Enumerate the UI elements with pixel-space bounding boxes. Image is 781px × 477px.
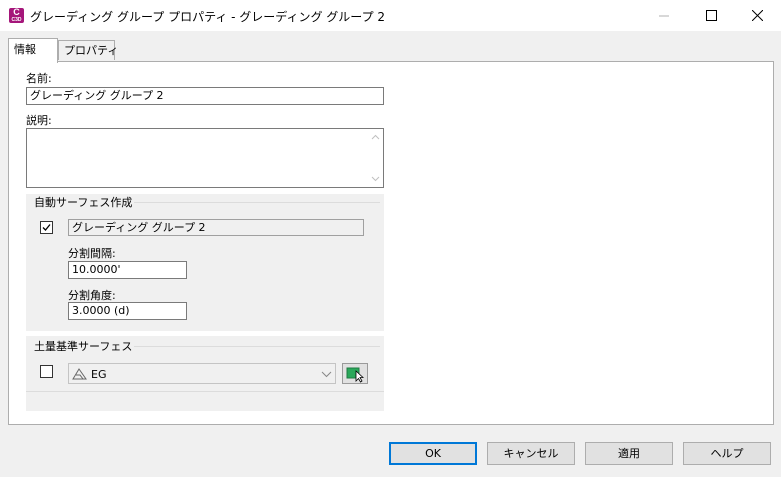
- name-label: 名前:: [26, 72, 52, 85]
- pick-from-drawing-icon: [346, 367, 365, 383]
- base-surface-group: 土量基準サーフェス EG: [26, 336, 384, 411]
- close-icon: [751, 10, 763, 21]
- base-surface-group-title: 土量基準サーフェス: [34, 340, 133, 353]
- checkmark-icon: [42, 224, 51, 231]
- auto-surface-name-field[interactable]: グレーディング グループ 2: [68, 219, 364, 236]
- base-surface-checkbox[interactable]: [40, 365, 53, 378]
- ok-button[interactable]: OK: [389, 442, 477, 465]
- close-button[interactable]: [734, 0, 780, 31]
- apply-button[interactable]: 適用: [585, 442, 673, 465]
- description-label: 説明:: [26, 114, 52, 127]
- description-field[interactable]: [26, 128, 384, 188]
- cancel-button[interactable]: キャンセル: [487, 442, 575, 465]
- pick-surface-button[interactable]: [342, 363, 368, 384]
- surface-icon: [72, 368, 87, 380]
- tessellation-angle-label: 分割角度:: [68, 289, 116, 302]
- window-title: グレーディング グループ プロパティ - グレーディング グループ 2: [30, 10, 386, 24]
- information-panel: 名前: グレーディング グループ 2 説明: 自動サーフェス作成 グレーディング…: [8, 61, 774, 425]
- group-divider: [134, 202, 380, 203]
- app-icon-letter: C: [13, 7, 20, 17]
- scroll-down-icon: [371, 176, 380, 182]
- base-surface-value: EG: [91, 368, 107, 381]
- scroll-up-icon: [371, 134, 380, 140]
- help-button[interactable]: ヘルプ: [683, 442, 771, 465]
- name-field[interactable]: グレーディング グループ 2: [26, 87, 384, 105]
- civil3d-app-icon[interactable]: C C3D: [9, 8, 24, 23]
- base-surface-dropdown[interactable]: EG: [68, 363, 336, 384]
- title-bar: C C3D グレーディング グループ プロパティ - グレーディング グループ …: [0, 0, 781, 31]
- tessellation-spacing-label: 分割間隔:: [68, 247, 116, 260]
- maximize-icon: [705, 10, 717, 21]
- chevron-down-icon: [321, 371, 332, 378]
- group-bottom-line: [26, 391, 384, 392]
- tab-properties[interactable]: プロパティ: [58, 40, 118, 60]
- tessellation-spacing-field[interactable]: 10.0000': [68, 261, 187, 279]
- minimize-icon: [659, 15, 669, 16]
- tab-information[interactable]: 情報: [8, 38, 58, 63]
- auto-surface-group-title: 自動サーフェス作成: [34, 196, 133, 209]
- group-divider: [134, 346, 380, 347]
- app-icon-sub: C3D: [11, 17, 22, 23]
- auto-surface-checkbox[interactable]: [40, 221, 53, 234]
- tessellation-angle-field[interactable]: 3.0000 (d): [68, 302, 187, 320]
- maximize-button[interactable]: [688, 0, 734, 31]
- auto-surface-group: 自動サーフェス作成 グレーディング グループ 2 分割間隔: 10.0000' …: [26, 194, 384, 331]
- minimize-button[interactable]: [641, 0, 687, 31]
